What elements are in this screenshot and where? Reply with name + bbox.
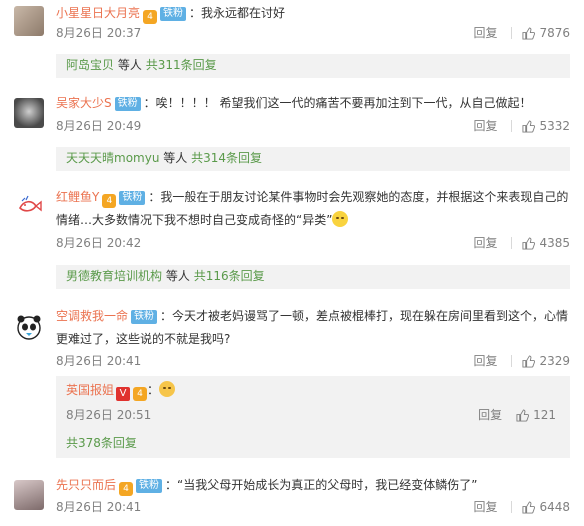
reply-button[interactable]: 回复	[473, 119, 497, 133]
timestamp: 8月26日 20:37	[56, 26, 142, 40]
reply-button[interactable]: 回复	[473, 354, 497, 368]
comment-text-line-2: 更难过了，这些说的不就是我吗?	[56, 328, 570, 350]
reply-actions: 回复 121	[478, 404, 556, 429]
panda-icon	[17, 315, 41, 340]
comment-text: 我一般在于朋友讨论某件事物时会先观察她的态度，并根据这个来表现自己的	[160, 190, 569, 204]
nested-reply: 英国报姐 V 4： 8月26日 20:51 回复 121 共378条回复	[56, 376, 570, 458]
reply-summary[interactable]: 阿岛宝贝 等人 共311条回复	[56, 54, 570, 78]
v-badge-icon: V	[116, 387, 131, 401]
reply-summary[interactable]: 男德教育培训机构 等人 共116条回复	[56, 265, 570, 289]
comment-header: 红鲤鱼Y 4 铁粉 ：我一般在于朋友讨论某件事物时会先观察她的态度，并根据这个来表现自…	[56, 190, 569, 208]
username-link[interactable]: 空调救我一命	[56, 309, 128, 323]
fan-badge: 铁粉	[131, 310, 158, 324]
thumb-up-icon[interactable]	[522, 120, 536, 138]
divider	[511, 27, 513, 39]
level-icon: 4	[133, 387, 148, 401]
divider	[511, 501, 513, 513]
comment-actions: 回复 5332	[473, 117, 570, 138]
reply-suffix: 等人	[163, 151, 188, 165]
reply-username-link[interactable]: 英国报姐	[66, 383, 114, 397]
comment-actions: 回复 6448	[473, 498, 570, 519]
reply-count-link[interactable]: 共314条回复	[191, 151, 262, 165]
reply-user-link[interactable]: 天天天晴momyu	[66, 151, 159, 165]
reply-user-link[interactable]: 男德教育培训机构	[66, 269, 162, 283]
timestamp: 8月26日 20:49	[56, 119, 142, 133]
comment-text: 更难过了，这些说的不就是我吗?	[56, 332, 231, 346]
fan-badge: 铁粉	[136, 479, 163, 493]
comment-header: 空调救我一命 铁粉 ：今天才被老妈谩骂了一顿，差点被棍棒打，现在躲在房间里看到这个，…	[56, 309, 569, 324]
timestamp: 8月26日 20:41	[56, 500, 142, 514]
reply-count-link[interactable]: 共311条回复	[146, 58, 217, 72]
fish-logo-icon	[19, 195, 42, 212]
username-link[interactable]: 小星星日大月亮	[56, 6, 140, 20]
bear-emoji	[159, 381, 176, 397]
timestamp: 8月26日 20:42	[56, 236, 142, 250]
reply-user-link[interactable]: 阿岛宝贝	[66, 58, 114, 72]
reply-count-link[interactable]: 共116条回复	[194, 269, 265, 283]
avatar[interactable]	[14, 190, 44, 220]
fan-badge: 铁粉	[119, 191, 146, 205]
comment-actions: 回复 7876	[473, 24, 570, 45]
comment-text: 情绪…大多数情况下我不想时自己变成奇怪的“异类”	[56, 213, 333, 227]
reply-suffix: 等人	[165, 269, 190, 283]
comment-header: 先只只而后 4 铁粉 ：“当我父母开始成长为真正的父母时，我已经变体鳞伤了”	[56, 478, 478, 496]
divider	[511, 120, 513, 132]
like-count: 121	[533, 408, 556, 422]
thumb-up-icon[interactable]	[522, 501, 536, 519]
avatar[interactable]	[14, 312, 44, 342]
like-count: 6448	[539, 500, 570, 514]
reply-timestamp: 8月26日 20:51	[66, 408, 152, 422]
avatar[interactable]	[14, 480, 44, 510]
avatar[interactable]	[14, 6, 44, 36]
thumb-up-icon[interactable]	[522, 27, 536, 45]
nested-reply-header: 英国报姐 V 4：	[66, 379, 176, 401]
reply-button[interactable]: 回复	[473, 236, 497, 250]
comment-header: 小星星日大月亮 4 铁粉 ：我永远都在讨好	[56, 6, 286, 24]
like-count: 4385	[539, 236, 570, 250]
reply-button[interactable]: 回复	[478, 408, 502, 422]
comment-header: 吴家大少S 铁粉 ：唉！！！！ 希望我们这一代的痛苦不要再加注到下一代，从自己做起！	[56, 96, 532, 111]
divider	[511, 237, 513, 249]
level-icon: 4	[119, 482, 134, 496]
timestamp: 8月26日 20:41	[56, 354, 142, 368]
username-link[interactable]: 吴家大少S	[56, 96, 112, 110]
thumb-up-icon[interactable]	[516, 407, 530, 429]
reply-count-link[interactable]: 共378条回复	[66, 432, 137, 454]
fan-badge: 铁粉	[114, 97, 141, 111]
level-icon: 4	[143, 10, 158, 24]
reply-summary[interactable]: 天天天晴momyu 等人 共314条回复	[56, 147, 570, 171]
comment-text: 我永远都在讨好	[201, 6, 286, 20]
reply-button[interactable]: 回复	[473, 26, 497, 40]
divider	[511, 355, 513, 367]
comment-text: 今天才被老妈谩骂了一顿，差点被棍棒打，现在躲在房间里看到这个，心情	[172, 309, 569, 323]
like-count: 7876	[539, 26, 570, 40]
username-link[interactable]: 红鲤鱼Y	[56, 190, 99, 204]
reply-button[interactable]: 回复	[473, 500, 497, 514]
thumb-up-icon[interactable]	[522, 237, 536, 255]
like-count: 5332	[539, 119, 570, 133]
avatar[interactable]	[14, 98, 44, 128]
comment-actions: 回复 4385	[473, 234, 570, 255]
comment-text: “当我父母开始成长为真正的父母时，我已经变体鳞伤了”	[177, 478, 478, 492]
comment-text-line-2: 情绪…大多数情况下我不想时自己变成奇怪的“异类”	[56, 209, 570, 231]
reply-suffix: 等人	[117, 58, 142, 72]
thumb-up-icon[interactable]	[522, 355, 536, 373]
fan-badge: 铁粉	[160, 7, 187, 21]
blush-emoji	[332, 211, 349, 227]
comment-text: 唉！！！！ 希望我们这一代的痛苦不要再加注到下一代，从自己做起！	[155, 96, 532, 110]
username-link[interactable]: 先只只而后	[56, 478, 116, 492]
like-count: 2329	[539, 354, 570, 368]
comment-actions: 回复 2329	[473, 352, 570, 373]
level-icon: 4	[102, 194, 117, 208]
